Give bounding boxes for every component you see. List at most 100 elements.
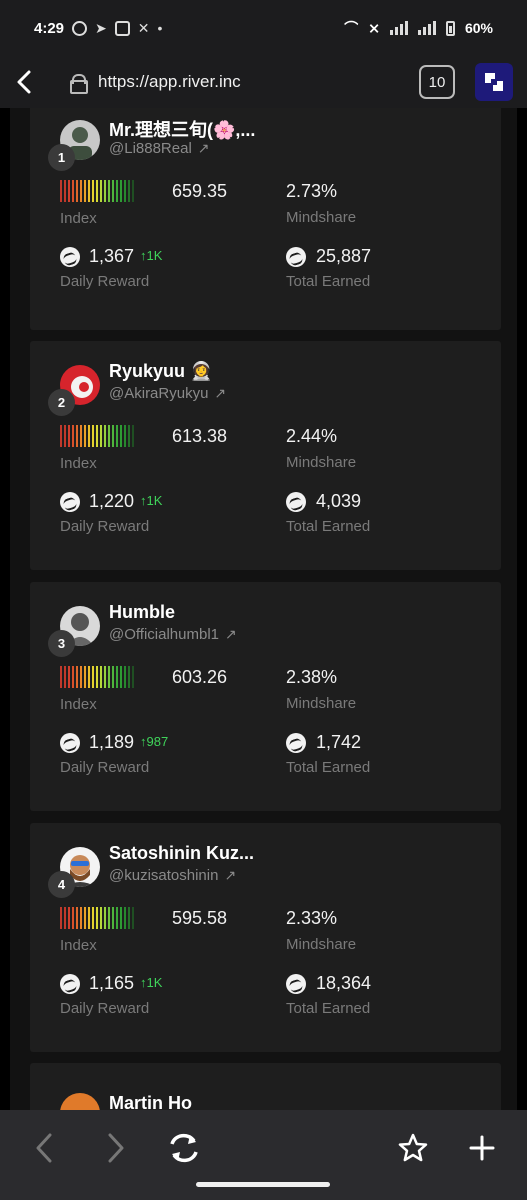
leaderboard-card[interactable]: 2 Ryukyuu 👩‍🚀 @AkiraRyukyu ↗ 613.38 Index…: [30, 341, 501, 570]
river-app-icon[interactable]: [475, 63, 513, 101]
back-arrow-icon[interactable]: [4, 62, 44, 102]
binance-icon: [114, 20, 130, 36]
user-handle[interactable]: @Li888Real ↗: [109, 140, 210, 157]
river-coin-icon: [286, 247, 306, 267]
meter-bar: [76, 666, 78, 688]
meter-bar: [60, 180, 62, 202]
mindshare-label: Mindshare: [286, 936, 357, 953]
meter-bar: [68, 907, 70, 929]
rank-badge: 1: [48, 144, 75, 171]
meter-bar: [72, 425, 74, 447]
browser-toolbar: https://app.river.inc 10: [0, 56, 527, 108]
back-button[interactable]: [24, 1128, 64, 1168]
external-link-icon[interactable]: ↗: [224, 867, 236, 883]
handle-text[interactable]: @AkiraRyukyu: [109, 385, 208, 402]
meter-bar: [96, 907, 98, 929]
star-icon[interactable]: [393, 1128, 433, 1168]
meter-bar: [92, 666, 94, 688]
meter-bar: [68, 180, 70, 202]
home-indicator[interactable]: [196, 1182, 330, 1187]
external-link-icon[interactable]: ↗: [198, 140, 210, 156]
plus-icon[interactable]: [462, 1128, 502, 1168]
meter-bar: [112, 907, 114, 929]
river-coin-icon: [60, 733, 80, 753]
meter-bar: [132, 425, 134, 447]
meter-bar: [100, 907, 102, 929]
refresh-icon[interactable]: [164, 1128, 204, 1168]
total-earned-value: 25,887: [316, 246, 372, 266]
meter-bar: [84, 425, 86, 447]
meter-bar: [116, 666, 118, 688]
meter-bar: [112, 666, 114, 688]
url-field[interactable]: https://app.river.inc: [98, 72, 241, 92]
meter-bar: [128, 425, 130, 447]
daily-reward-delta: ↑987: [140, 734, 169, 749]
leaderboard-card[interactable]: 3 Humble @Officialhumbl1 ↗ 603.26 Index 2…: [30, 582, 501, 811]
meter-bar: [120, 180, 122, 202]
index-label: Index: [60, 696, 97, 713]
meter-bar: [72, 907, 74, 929]
handle-text[interactable]: @Li888Real: [109, 140, 192, 157]
meter-bar: [100, 180, 102, 202]
tab-count-button[interactable]: 10: [419, 65, 455, 99]
battery-icon: [445, 20, 455, 36]
meter-bar: [124, 425, 126, 447]
mindshare-value: 2.33%: [286, 908, 338, 928]
meter-bar: [64, 907, 66, 929]
mindshare-value: 2.73%: [286, 181, 338, 201]
meter-bar: [60, 425, 62, 447]
meter-bar: [128, 666, 130, 688]
river-coin-icon: [286, 974, 306, 994]
index-meter: [60, 425, 134, 447]
forward-arrow-icon[interactable]: [96, 1128, 136, 1168]
browser-bottom-bar: [0, 1110, 527, 1200]
mindshare-label: Mindshare: [286, 695, 357, 712]
meter-bar: [80, 425, 82, 447]
external-link-icon[interactable]: ↗: [214, 385, 226, 401]
leaderboard-card[interactable]: 4 Satoshinin Kuz... @kuzisatoshinin ↗ 595…: [30, 823, 501, 1052]
meter-bar: [96, 180, 98, 202]
leaderboard-card[interactable]: Martin Ho: [30, 1063, 501, 1110]
handle-text[interactable]: @Officialhumbl1: [109, 626, 219, 643]
index-label: Index: [60, 937, 97, 954]
user-handle[interactable]: @AkiraRyukyu ↗: [109, 385, 226, 402]
river-coin-icon: [60, 247, 80, 267]
river-coin-icon: [60, 492, 80, 512]
daily-reward-delta: ↑1K: [140, 975, 163, 990]
meter-bar: [92, 907, 94, 929]
meter-bar: [88, 907, 90, 929]
x-icon: ✕: [137, 19, 150, 36]
total-earned-value: 4,039: [316, 491, 362, 511]
meter-bar: [76, 907, 78, 929]
meter-bar: [132, 180, 134, 202]
total-earned-label: Total Earned: [286, 759, 371, 776]
meter-bar: [132, 666, 134, 688]
external-link-icon[interactable]: ↗: [225, 626, 237, 642]
index-value: 659.35: [172, 181, 228, 201]
river-coin-icon: [286, 733, 306, 753]
index-meter: [60, 907, 134, 929]
notification-icons: ➤ ✕ •: [72, 20, 162, 37]
index-value: 613.38: [172, 426, 228, 446]
meter-bar: [84, 180, 86, 202]
index-value: 603.26: [172, 667, 228, 687]
meter-bar: [104, 425, 106, 447]
user-name: Ryukyuu 👩‍🚀: [109, 361, 213, 381]
leaderboard-list[interactable]: 1 Mr.理想三旬(🌸,... @Li888Real ↗ 659.35 Index…: [10, 108, 517, 1110]
meter-bar: [104, 907, 106, 929]
meter-bar: [120, 907, 122, 929]
total-earned-value: 18,364: [316, 973, 372, 993]
leaderboard-card[interactable]: 1 Mr.理想三旬(🌸,... @Li888Real ↗ 659.35 Index…: [30, 108, 501, 330]
user-handle[interactable]: @Officialhumbl1 ↗: [109, 626, 237, 643]
mindshare-value: 2.38%: [286, 667, 338, 687]
headphones-icon: ⌒: [344, 20, 359, 36]
mute-icon: ⨯: [368, 19, 380, 36]
meter-bar: [60, 907, 62, 929]
meter-bar: [88, 425, 90, 447]
user-handle[interactable]: @kuzisatoshinin ↗: [109, 867, 236, 884]
status-time: 4:29: [34, 19, 65, 37]
meter-bar: [92, 425, 94, 447]
handle-text[interactable]: @kuzisatoshinin: [109, 867, 218, 884]
index-meter: [60, 666, 134, 688]
user-name: Satoshinin Kuz...: [109, 843, 255, 863]
